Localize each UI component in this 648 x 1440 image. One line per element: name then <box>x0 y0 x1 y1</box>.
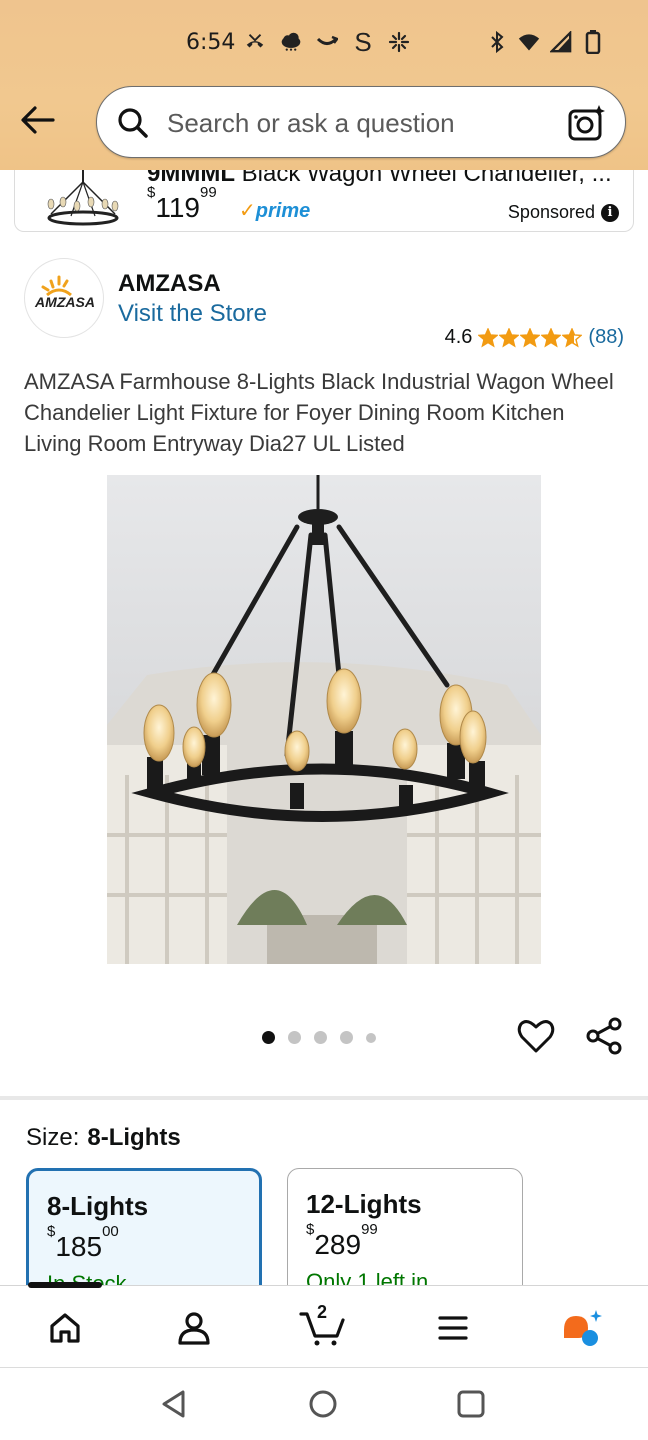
star-rating <box>478 327 583 348</box>
size-selector-label: Size: 8-Lights <box>26 1124 181 1152</box>
system-back-button[interactable] <box>156 1386 192 1422</box>
nav-account[interactable] <box>170 1304 218 1352</box>
amazon-smile-icon <box>316 28 338 56</box>
system-navigation-bar <box>0 1367 648 1440</box>
price-whole: 289 <box>314 1229 362 1260</box>
size-option-price: $18500 <box>47 1223 119 1263</box>
square-recents-icon <box>457 1390 485 1418</box>
notification-icons: S <box>244 26 410 57</box>
prime-badge: ✓prime <box>239 198 310 223</box>
nav-cart[interactable]: 2 <box>299 1302 347 1352</box>
wishlist-button[interactable] <box>516 1016 556 1056</box>
rating-count[interactable]: (88) <box>588 326 624 349</box>
visit-store-link[interactable]: Visit the Store <box>118 300 267 328</box>
size-selected-value: 8-Lights <box>87 1124 181 1151</box>
heart-icon <box>517 1020 555 1053</box>
sponsored-label[interactable]: Sponsored i <box>508 202 619 223</box>
prime-label: prime <box>255 200 311 222</box>
bottom-navigation: 2 <box>0 1282 648 1367</box>
price-fraction: 00 <box>102 1222 119 1240</box>
info-icon[interactable]: i <box>601 203 619 222</box>
sponsored-price-whole: 119 <box>155 192 200 223</box>
rating-summary[interactable]: 4.6 (88) <box>445 326 624 349</box>
size-label-text: Size: <box>26 1124 80 1151</box>
star-icon <box>478 327 499 348</box>
image-carousel-dots[interactable] <box>262 1031 376 1044</box>
logo-text: AMZASA <box>34 294 95 310</box>
triangle-back-icon <box>162 1390 185 1418</box>
sponsored-title-rest: Black Wagon Wheel Chandelier, ... <box>234 170 612 187</box>
star-icon <box>499 327 520 348</box>
circle-home-icon <box>309 1390 337 1418</box>
star-icon <box>520 327 541 348</box>
nav-menu[interactable] <box>429 1304 477 1352</box>
search-icon <box>118 108 148 138</box>
sparkle-icon <box>388 28 410 56</box>
cart-count: 2 <box>317 1302 328 1322</box>
nav-rufus-assistant[interactable] <box>558 1304 606 1352</box>
prime-check-icon: ✓ <box>239 200 256 222</box>
sponsored-brand: 9MMML <box>147 170 235 187</box>
product-image[interactable] <box>107 475 541 964</box>
search-bar[interactable] <box>96 86 626 158</box>
signal-icon <box>550 28 572 56</box>
price-currency: $ <box>47 1222 56 1240</box>
camera-search-button[interactable] <box>567 103 607 143</box>
status-time: 6:54 <box>186 30 236 55</box>
brand-name: AMZASA <box>118 270 221 297</box>
system-status-icons <box>486 28 604 56</box>
sponsored-price-fraction: 99 <box>199 183 217 201</box>
system-home-button[interactable] <box>305 1386 341 1422</box>
sponsored-text: Sponsored <box>507 202 595 222</box>
hamburger-menu-icon <box>438 1316 468 1340</box>
product-page: 6:54 S Search or ask a question 9MMML Bl… <box>0 0 648 1440</box>
carousel-dot[interactable] <box>340 1031 353 1044</box>
carousel-dot[interactable] <box>314 1031 327 1044</box>
missed-call-icon <box>244 28 266 56</box>
nav-home[interactable] <box>41 1304 89 1352</box>
app-header: 6:54 S <box>0 0 648 170</box>
section-divider <box>0 1096 648 1100</box>
search-input[interactable] <box>167 101 547 145</box>
camera-sparkle-icon <box>568 105 605 141</box>
price-whole: 185 <box>55 1231 103 1262</box>
star-icon <box>562 327 583 348</box>
weather-icon <box>280 28 302 56</box>
active-tab-indicator <box>28 1282 102 1288</box>
back-arrow-icon <box>21 106 55 134</box>
chandelier-photo <box>107 475 541 964</box>
size-option-name: 8-Lights <box>47 1191 149 1221</box>
s-app-icon: S <box>354 26 372 57</box>
share-icon <box>586 1017 622 1055</box>
rating-value: 4.6 <box>444 326 473 348</box>
sponsored-product-thumbnail <box>47 170 119 226</box>
system-recents-button[interactable] <box>453 1386 489 1422</box>
share-button[interactable] <box>584 1016 624 1056</box>
product-title: AMZASA Farmhouse 8-Lights Black Industri… <box>24 369 614 456</box>
bluetooth-icon <box>486 28 508 56</box>
brand-logo[interactable]: AMZASA <box>24 258 104 338</box>
size-option-price: $28999 <box>306 1221 378 1261</box>
carousel-dot[interactable] <box>366 1032 376 1043</box>
carousel-dot[interactable] <box>288 1031 301 1044</box>
sponsored-product-card[interactable]: 9MMML Black Wagon Wheel Chandelier, ... … <box>14 170 634 232</box>
user-icon <box>178 1312 210 1345</box>
sponsored-price-currency: $ <box>147 183 156 201</box>
back-button[interactable] <box>18 100 58 140</box>
price-fraction: 99 <box>361 1220 378 1238</box>
rufus-assistant-icon <box>564 1310 602 1346</box>
amzasa-logo-icon: AMZASA <box>34 275 95 310</box>
sponsored-price: $11999 <box>147 184 217 224</box>
carousel-dot[interactable] <box>262 1031 275 1044</box>
sponsored-title[interactable]: 9MMML Black Wagon Wheel Chandelier, ... <box>147 170 617 188</box>
battery-icon <box>582 28 604 56</box>
home-icon <box>50 1313 80 1343</box>
star-icon <box>541 327 562 348</box>
wifi-icon <box>518 28 540 56</box>
price-currency: $ <box>306 1220 315 1238</box>
size-option-name: 12-Lights <box>306 1189 422 1219</box>
status-bar: 6:54 S <box>0 0 648 88</box>
